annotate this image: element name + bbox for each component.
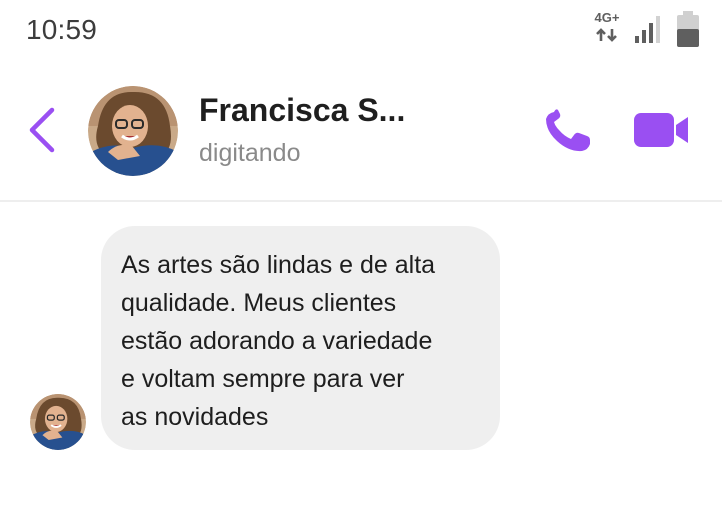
status-bar: 10:59 4G+ [0, 0, 722, 62]
video-camera-icon[interactable] [630, 108, 694, 152]
message-bubble[interactable]: As artes são lindas e de alta qualidade.… [101, 226, 500, 450]
typing-status: digitando [199, 139, 301, 167]
battery-icon [677, 11, 699, 47]
sender-avatar [30, 394, 86, 450]
chat-screen: 10:59 4G+ Francisca S... digitando As ar… [0, 0, 722, 510]
status-time: 10:59 [26, 14, 98, 45]
contact-name[interactable]: Francisca S... [199, 92, 405, 129]
back-arrow-icon[interactable] [20, 104, 64, 156]
chat-header: Francisca S... digitando [0, 62, 722, 202]
message-list[interactable]: As artes são lindas e de alta qualidade.… [0, 202, 722, 510]
network-4g-icon: 4G+ [590, 10, 624, 46]
signal-icon [635, 16, 660, 43]
message-text: As artes são lindas e de alta qualidade.… [121, 251, 436, 431]
phone-icon[interactable] [540, 106, 596, 156]
contact-avatar[interactable] [88, 86, 178, 176]
